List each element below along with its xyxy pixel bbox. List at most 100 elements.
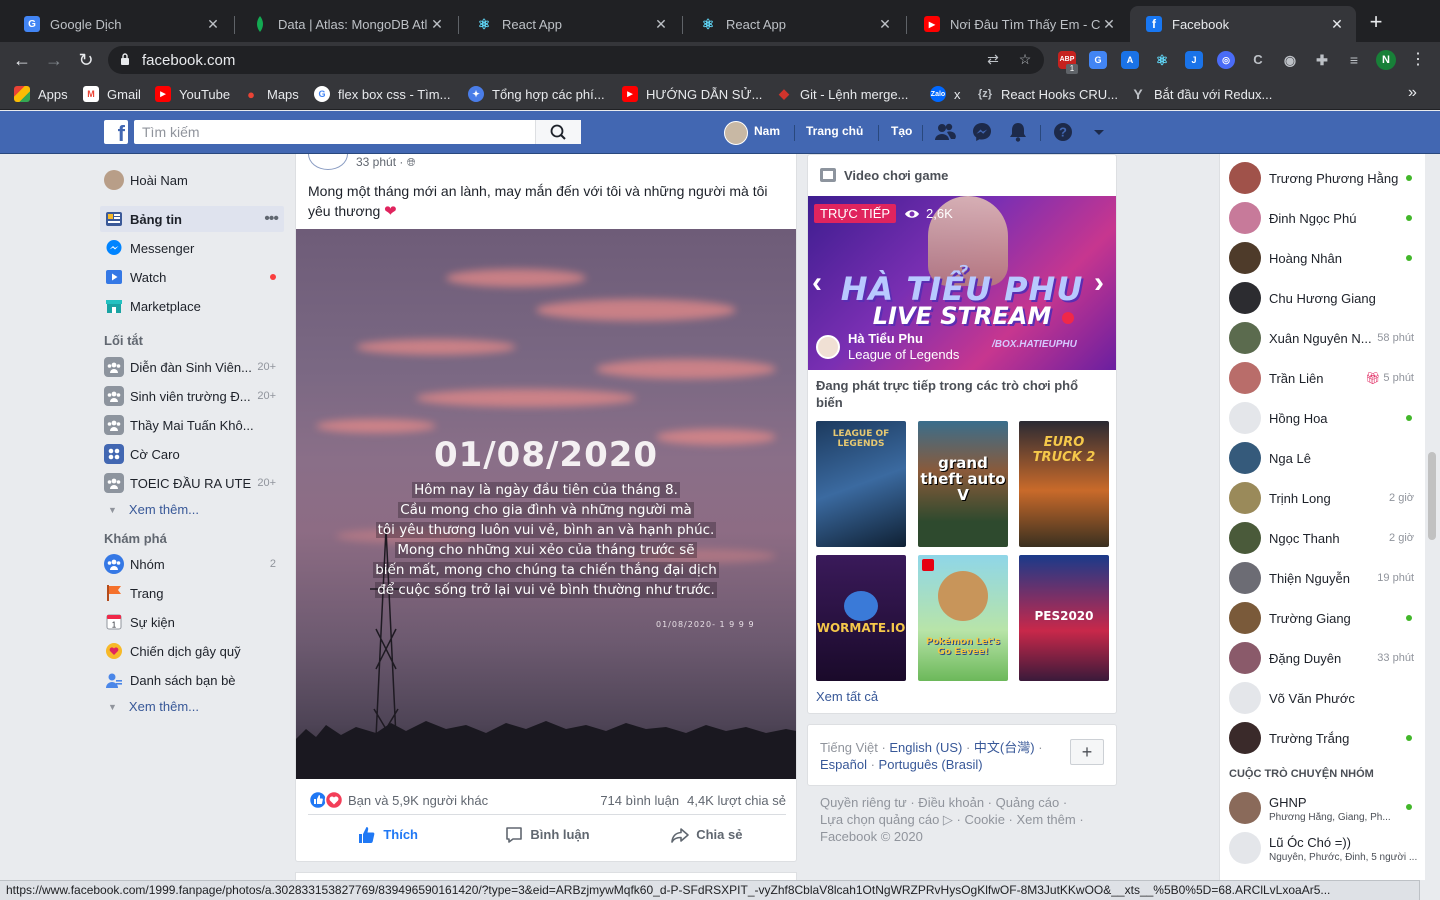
extensions-puzzle-icon[interactable]: ✚	[1313, 51, 1331, 69]
chat-contact[interactable]: Võ Văn Phước	[1220, 678, 1425, 718]
target-extension-icon[interactable]: ◉	[1281, 51, 1299, 69]
reactions-count[interactable]: Bạn và 5,9K người khác	[348, 793, 488, 808]
bookmark-redux[interactable]: Y Bắt đầu với Redux...	[1130, 85, 1272, 103]
sidebar-item-news-feed[interactable]: Bảng tin •••	[100, 206, 284, 232]
comments-count[interactable]: 714 bình luận	[600, 793, 679, 808]
see-more-shortcuts-link[interactable]: ▼ Xem thêm...	[108, 502, 199, 517]
bookmark-react-hooks[interactable]: {z} React Hooks CRU...	[977, 85, 1118, 103]
close-icon[interactable]: ✕	[1328, 16, 1346, 33]
live-video-player[interactable]: TRỰC TIẾP 2,6K ‹ › HÀ TIỂU PHU LIVE STRE…	[808, 196, 1116, 370]
bookmark-maps[interactable]: ● Maps	[243, 85, 299, 103]
react-devtools-icon[interactable]: ⚛	[1153, 51, 1171, 69]
share-button[interactable]: Chia sẻ	[627, 815, 786, 854]
sidebar-item-groups[interactable]: Nhóm 2	[100, 551, 284, 577]
game-thumb-pokemon[interactable]: Pokémon Let's Go Eevee!	[918, 555, 1008, 681]
chat-contact[interactable]: Chu Hương Giang	[1220, 278, 1425, 318]
sidebar-profile[interactable]: Hoài Nam	[100, 167, 284, 193]
search-input[interactable]	[134, 120, 534, 144]
account-menu-chevron-icon[interactable]	[1088, 121, 1110, 143]
close-icon[interactable]: ✕	[204, 16, 222, 33]
sidebar-item-shortcut[interactable]: Sinh viên trường Đ... 20+	[100, 383, 284, 409]
bookmark-youtube[interactable]: ▶ YouTube	[155, 85, 230, 103]
chat-contact[interactable]: Trần Liên 🎁︎ 5 phút	[1220, 358, 1425, 398]
create-link[interactable]: Tạo	[891, 124, 912, 138]
language-option[interactable]: Español	[820, 757, 867, 772]
forward-button[interactable]: →	[42, 48, 66, 72]
media-control-icon[interactable]: ≡	[1345, 51, 1363, 69]
messenger-icon[interactable]	[971, 121, 993, 143]
language-option[interactable]: 中文(台灣)	[974, 740, 1035, 755]
chrome-menu-icon[interactable]: ⋮	[1410, 50, 1426, 70]
comment-button[interactable]: Bình luận	[467, 815, 626, 854]
close-icon[interactable]: ✕	[428, 16, 446, 33]
google-translate-extension-icon[interactable]: G	[1089, 51, 1107, 69]
group-chat[interactable]: Lũ Óc Chó =)) Nguyên, Phước, Đinh, 5 ngườ…	[1220, 828, 1425, 868]
new-tab-button[interactable]: +	[1366, 11, 1386, 33]
bookmark-huong-dan[interactable]: ▶ HƯỚNG DẪN SỬ...	[622, 85, 762, 103]
home-link[interactable]: Trang chủ	[806, 124, 863, 138]
sidebar-item-events[interactable]: 1 Sự kiện	[100, 609, 284, 635]
close-icon[interactable]: ✕	[876, 16, 894, 33]
bookmark-apps[interactable]: Apps	[14, 85, 68, 103]
language-option[interactable]: English (US)	[889, 740, 962, 755]
sidebar-item-pages[interactable]: Trang	[100, 580, 284, 606]
sidebar-item-watch[interactable]: Watch	[100, 264, 284, 290]
tab-mongodb-atlas[interactable]: Data | Atlas: MongoDB Atlas ✕	[236, 6, 456, 42]
bookmark-flexbox[interactable]: G flex box css - Tìm...	[314, 85, 450, 103]
chat-scrollbar[interactable]	[1428, 452, 1436, 540]
footer-line[interactable]: Lựa chọn quảng cáo ▷ · Cookie · Xem thêm…	[820, 811, 1110, 828]
sidebar-item-friend-lists[interactable]: Danh sách bạn bè	[100, 667, 284, 693]
chat-contact[interactable]: Trịnh Long 2 giờ	[1220, 478, 1425, 518]
tab-facebook[interactable]: f Facebook ✕	[1130, 6, 1356, 42]
sidebar-item-shortcut[interactable]: Thầy Mai Tuấn Khô...	[100, 412, 284, 438]
chat-contact[interactable]: Xuân Nguyên N... 58 phút	[1220, 318, 1425, 358]
chat-contact[interactable]: Đinh Ngọc Phú	[1220, 198, 1425, 238]
sidebar-item-shortcut[interactable]: Diễn đàn Sinh Viên... 20+	[100, 354, 284, 380]
profile-avatar[interactable]: N	[1376, 50, 1396, 70]
friend-requests-icon[interactable]	[934, 121, 956, 143]
bookmark-zalo[interactable]: Zalo x	[930, 85, 961, 103]
close-icon[interactable]: ✕	[1100, 16, 1118, 33]
facebook-logo-icon[interactable]: f	[104, 120, 128, 144]
code-extension-icon[interactable]: C	[1249, 51, 1267, 69]
see-all-link[interactable]: Xem tất cả	[816, 689, 878, 704]
address-bar[interactable]: facebook.com ⇄ ☆	[108, 46, 1044, 74]
bookmarks-overflow-icon[interactable]: »	[1408, 84, 1417, 102]
translate-page-icon[interactable]: ⇄	[984, 51, 1002, 69]
sidebar-item-fundraisers[interactable]: Chiến dịch gây quỹ	[100, 638, 284, 664]
post-timestamp[interactable]: 33 phút · 🌐︎	[356, 155, 416, 170]
notifications-bell-icon[interactable]	[1007, 121, 1029, 143]
tab-react-app-2[interactable]: ⚛ React App ✕	[684, 6, 904, 42]
chat-contact[interactable]: Trường Giang	[1220, 598, 1425, 638]
compass-extension-icon[interactable]: ◎	[1217, 51, 1235, 69]
bookmark-gmail[interactable]: M Gmail	[83, 85, 141, 103]
chat-contact[interactable]: Hồng Hoa	[1220, 398, 1425, 438]
post-photo[interactable]: 01/08/2020 Hôm nay là ngày đầu tiên của …	[296, 229, 796, 779]
game-thumb-euro-truck[interactable]: EURO TRUCK 2	[1019, 421, 1109, 547]
game-thumb-wormate[interactable]: WORMATE.IO	[816, 555, 906, 681]
profile-link[interactable]: Nam	[754, 124, 780, 138]
tab-react-app-1[interactable]: ⚛ React App ✕	[460, 6, 680, 42]
user-avatar[interactable]	[724, 121, 748, 145]
game-thumb-gta-v[interactable]: grand theft auto V	[918, 421, 1008, 547]
game-thumb-pes2020[interactable]: PES2020	[1019, 555, 1109, 681]
more-options-icon[interactable]: •••	[264, 210, 279, 228]
see-more-explore-link[interactable]: ▼ Xem thêm...	[108, 699, 199, 714]
language-option[interactable]: Português (Brasil)	[879, 757, 983, 772]
group-chat[interactable]: GHNP Phương Hằng, Giang, Ph...	[1220, 788, 1425, 828]
close-icon[interactable]: ✕	[652, 16, 670, 33]
reactions-icons[interactable]	[308, 790, 346, 810]
bookmark-tong-hop[interactable]: ✦ Tổng hợp các phí...	[468, 85, 605, 103]
footer-line[interactable]: Quyền riêng tư · Điều khoản · Quảng cáo …	[820, 794, 1110, 811]
chat-contact[interactable]: Ngọc Thanh 2 giờ	[1220, 518, 1425, 558]
chat-contact[interactable]: Trương Phương Hằng	[1220, 158, 1425, 198]
reload-button[interactable]: ↻	[74, 48, 98, 72]
add-language-button[interactable]: +	[1070, 739, 1104, 765]
chat-contact[interactable]: Đặng Duyên 33 phút	[1220, 638, 1425, 678]
chat-contact[interactable]: Nga Lê	[1220, 438, 1425, 478]
j-extension-icon[interactable]: J	[1185, 51, 1203, 69]
game-thumb-league-of-legends[interactable]: LEAGUE OF LEGENDS	[816, 421, 906, 547]
tab-youtube[interactable]: ▶ Nơi Đâu Tìm Thấy Em - Chu ✕	[908, 6, 1128, 42]
chat-contact[interactable]: Trường Trắng	[1220, 718, 1425, 758]
shares-count[interactable]: 4,4K lượt chia sẻ	[687, 793, 786, 808]
